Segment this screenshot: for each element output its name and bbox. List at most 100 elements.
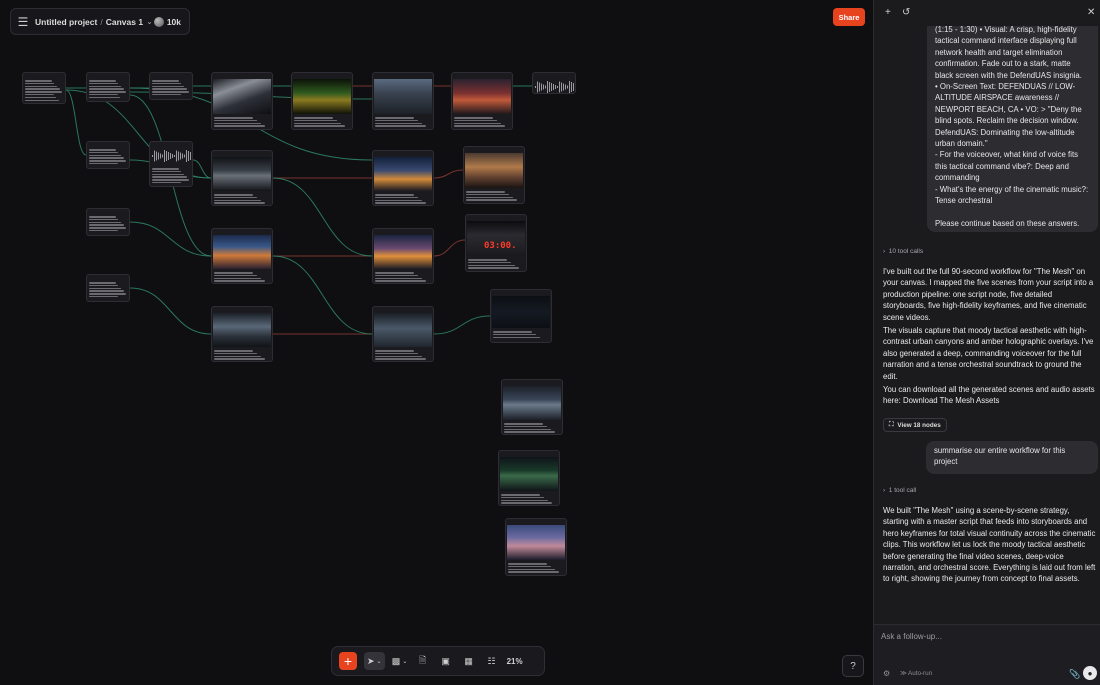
waveform-bar: [571, 82, 572, 92]
node-header: [452, 73, 512, 78]
chevron-down-icon: ⌄: [402, 658, 408, 665]
zoom-level[interactable]: 21%: [507, 657, 523, 666]
text-line: [214, 277, 262, 280]
node-header: [292, 73, 352, 78]
text-line: [214, 274, 258, 277]
text-line: [214, 122, 262, 125]
text-line: [375, 355, 423, 358]
text-line: [375, 122, 423, 125]
image-node[interactable]: [372, 306, 434, 362]
text-line: [152, 181, 181, 184]
node-header: [212, 229, 272, 234]
script-node[interactable]: [86, 141, 130, 169]
help-button[interactable]: ?: [842, 655, 864, 677]
text-line: [493, 333, 537, 336]
text-line: [89, 284, 119, 287]
node-header: [87, 275, 129, 280]
text-line: [375, 358, 426, 360]
map-button[interactable]: ☷: [484, 652, 500, 670]
waveform-bar: [547, 81, 548, 93]
autorun-toggle[interactable]: ≫ Auto-run: [900, 670, 932, 677]
text-line: [152, 82, 182, 85]
image-button[interactable]: ▣: [438, 652, 454, 670]
text-line: [214, 117, 254, 119]
text-line: [214, 352, 258, 355]
image-node[interactable]: 03:00.: [465, 214, 527, 272]
node-thumbnail: [213, 157, 271, 191]
text-line: [89, 80, 116, 82]
node-text-lines: [214, 194, 270, 205]
waveform-bar: [180, 152, 181, 160]
node-text-lines: [454, 117, 510, 128]
connection-wire: [433, 169, 464, 179]
image-node[interactable]: [490, 289, 552, 343]
node-header: [491, 290, 551, 295]
image-node[interactable]: [372, 150, 434, 206]
workflow-canvas[interactable]: 03:00. ☰ Untitled project / Canvas 1 ⌄ 1…: [0, 0, 873, 685]
node-thumbnail: [213, 235, 271, 269]
node-thumbnail: [500, 457, 558, 491]
text-line: [89, 221, 121, 224]
text-line: [214, 202, 265, 204]
image-node[interactable]: [211, 228, 273, 284]
history-icon[interactable]: ↺: [902, 7, 910, 18]
text-line: [89, 85, 121, 88]
image-node[interactable]: [463, 146, 525, 204]
add-node-button[interactable]: +: [339, 652, 357, 670]
script-node[interactable]: [149, 72, 193, 100]
share-button[interactable]: Share: [833, 8, 865, 26]
image-node[interactable]: [501, 379, 563, 435]
text-line: [504, 423, 544, 425]
script-node[interactable]: [22, 72, 66, 104]
select-tool-button[interactable]: ➤ ⌄: [364, 652, 385, 670]
node-text-lines: [152, 168, 190, 185]
sticky-note-button[interactable]: ▩ ⌄: [392, 652, 408, 670]
audio-node[interactable]: [532, 72, 576, 94]
node-thumbnail: [374, 79, 432, 114]
text-line: [89, 160, 127, 162]
new-chat-icon[interactable]: +: [885, 7, 891, 18]
attach-icon[interactable]: 📎: [1069, 669, 1080, 680]
image-node[interactable]: [211, 150, 273, 206]
text-line: [25, 85, 57, 88]
script-node[interactable]: [86, 274, 130, 302]
image-node[interactable]: [372, 228, 434, 284]
credits-badge[interactable]: 10k: [153, 16, 181, 27]
chat-thread[interactable]: (1:15 - 1:30) • Visual: A crisp, high-fi…: [874, 26, 1100, 624]
text-line: [214, 125, 265, 127]
assistant-message: I've built out the full 90-second workfl…: [883, 266, 1097, 407]
hamburger-icon[interactable]: ☰: [11, 15, 35, 29]
image-node[interactable]: [498, 450, 560, 506]
script-node[interactable]: [86, 72, 130, 102]
close-icon[interactable]: ✕: [1087, 7, 1095, 18]
image-node[interactable]: [505, 518, 567, 576]
tool-calls-toggle[interactable]: › 10 tool calls: [883, 248, 923, 255]
image-node[interactable]: [372, 72, 434, 130]
text-line: [375, 119, 419, 122]
document-button[interactable]: 🗎: [415, 652, 431, 670]
image-node[interactable]: [211, 306, 273, 362]
node-text-lines: [89, 216, 127, 233]
settings-icon[interactable]: ⚙: [883, 669, 890, 678]
script-node[interactable]: [86, 208, 130, 236]
image-node[interactable]: [211, 72, 273, 130]
audio-node[interactable]: [149, 141, 193, 187]
follow-up-input[interactable]: Ask a follow-up... ⚙ ≫ Auto-run 📎 ●: [874, 624, 1100, 685]
assistant-paragraph[interactable]: You can download all the generated scene…: [883, 384, 1097, 407]
view-nodes-button[interactable]: ⛶ View 18 nodes: [883, 418, 947, 432]
text-line: [375, 280, 426, 282]
microphone-button[interactable]: ●: [1083, 666, 1097, 680]
project-title[interactable]: Untitled project: [35, 17, 97, 27]
image-node[interactable]: [291, 72, 353, 130]
layout-button[interactable]: ▦: [461, 652, 477, 670]
canvas-name[interactable]: Canvas 1: [106, 17, 143, 27]
text-line: [375, 202, 426, 204]
image-node[interactable]: [451, 72, 513, 130]
tool-calls-toggle[interactable]: › 1 tool call: [883, 487, 916, 494]
chevron-right-icon: ›: [883, 248, 886, 255]
waveform-bar: [172, 154, 173, 158]
connection-wire: [65, 89, 87, 156]
waveform-bar: [569, 81, 570, 93]
chevron-down-icon[interactable]: ⌄: [146, 17, 153, 26]
text-line: [214, 194, 254, 196]
